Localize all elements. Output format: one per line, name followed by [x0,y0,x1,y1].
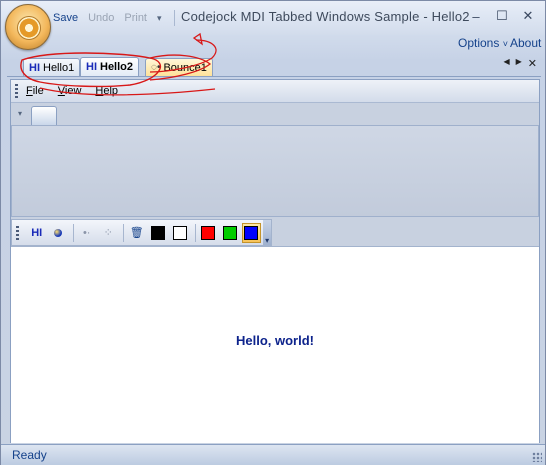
menu-file[interactable]: File [26,85,44,97]
toolbar-separator [123,223,124,242]
color-black-button[interactable] [149,223,169,243]
options-menu[interactable]: Options ˅ [458,36,508,50]
save-button[interactable]: Save [53,12,78,24]
hi-icon: HI [86,61,97,73]
hi-button[interactable]: HI [27,223,47,243]
color-green-button[interactable] [220,223,240,243]
status-text: Ready [12,448,47,462]
maximize-button[interactable]: ☐ [493,7,511,25]
toolbar-grip[interactable] [16,225,19,240]
gear-icon [17,16,41,40]
tab-label: Bounce1 [163,61,207,74]
print-button[interactable]: Print [124,12,147,24]
ribbon-tab-row: ▾ [11,103,539,125]
color-swatch-white [172,225,187,240]
scroll-left-icon[interactable]: ◀ [503,57,509,70]
hello-message: Hello, world! [236,333,314,348]
ribbon-panel [11,125,539,217]
title-bar: Save Undo Print ▾ Codejock MDI Tabbed Wi… [1,1,545,35]
chevron-down-icon[interactable]: ▾ [157,13,162,24]
mdi-child-window: File View Help ▾ HI •· ⁘ 🗑 ▾ Hello, worl… [10,79,540,443]
close-tab-icon[interactable]: ✕ [528,57,537,70]
tab-navigation: ◀ ▶ ✕ [503,57,537,70]
scroll-right-icon[interactable]: ▶ [516,57,522,70]
qat-separator [173,10,175,26]
bounce-icon[interactable] [48,223,68,243]
color-white-button[interactable] [170,223,190,243]
toolbar-separator [72,223,74,242]
menu-view[interactable]: View [58,85,82,97]
color-red-button[interactable] [199,223,219,243]
tab-bounce1[interactable]: ◌• Bounce1 [145,58,213,76]
application-button[interactable] [5,4,51,50]
status-bar: Ready [1,444,545,465]
tab-hello1[interactable]: HI Hello1 [23,58,81,76]
paint-bucket-icon[interactable]: 🗑 [127,223,147,243]
tab-label: Hello2 [100,61,134,73]
mdi-tab-strip: HI Hello1 HI Hello2 ◌• Bounce1 ◀ ▶ ✕ [7,55,541,77]
main-window: Save Undo Print ▾ Codejock MDI Tabbed Wi… [0,0,546,465]
chevron-down-icon[interactable]: ▾ [18,109,22,118]
menu-bar: File View Help [11,80,539,103]
minimize-button[interactable]: – [467,7,485,25]
drawing-canvas[interactable]: Hello, world! [11,246,539,443]
options-label: Options [458,36,500,50]
close-button[interactable]: ✕ [519,7,537,25]
ribbon-tab[interactable] [31,106,57,125]
tab-label: Hello1 [43,61,75,74]
color-blue-button[interactable] [241,222,262,243]
about-link[interactable]: About [510,36,541,50]
color-swatch-red [201,225,216,240]
drawing-toolbar: HI •· ⁘ 🗑 ▾ [11,219,272,246]
ribbon-top-links: Options ˅ About [1,35,545,55]
color-swatch-green [222,225,237,240]
toolbar-overflow-chevron[interactable]: ▾ [263,220,271,245]
window-title: Codejock MDI Tabbed Windows Sample - Hel… [181,9,470,24]
toolbar-separator [194,223,196,242]
toolbar-grip[interactable] [15,84,18,98]
hi-icon: HI [29,61,40,74]
fast-ball-icon[interactable]: ⁘ [98,223,118,243]
undo-button[interactable]: Undo [88,12,114,24]
color-swatch-blue [244,225,259,240]
quick-access-toolbar: Save Undo Print ▾ [53,10,175,26]
resize-grip-icon[interactable] [532,452,542,462]
menu-help[interactable]: Help [95,85,118,97]
bounce-icon: ◌• [151,62,161,73]
caption-buttons: – ☐ ✕ [467,7,537,25]
color-swatch-black [151,225,166,240]
chevron-down-icon: ˅ [502,39,508,49]
slow-ball-icon[interactable]: •· [77,223,97,243]
tab-hello2[interactable]: HI Hello2 [80,57,140,76]
